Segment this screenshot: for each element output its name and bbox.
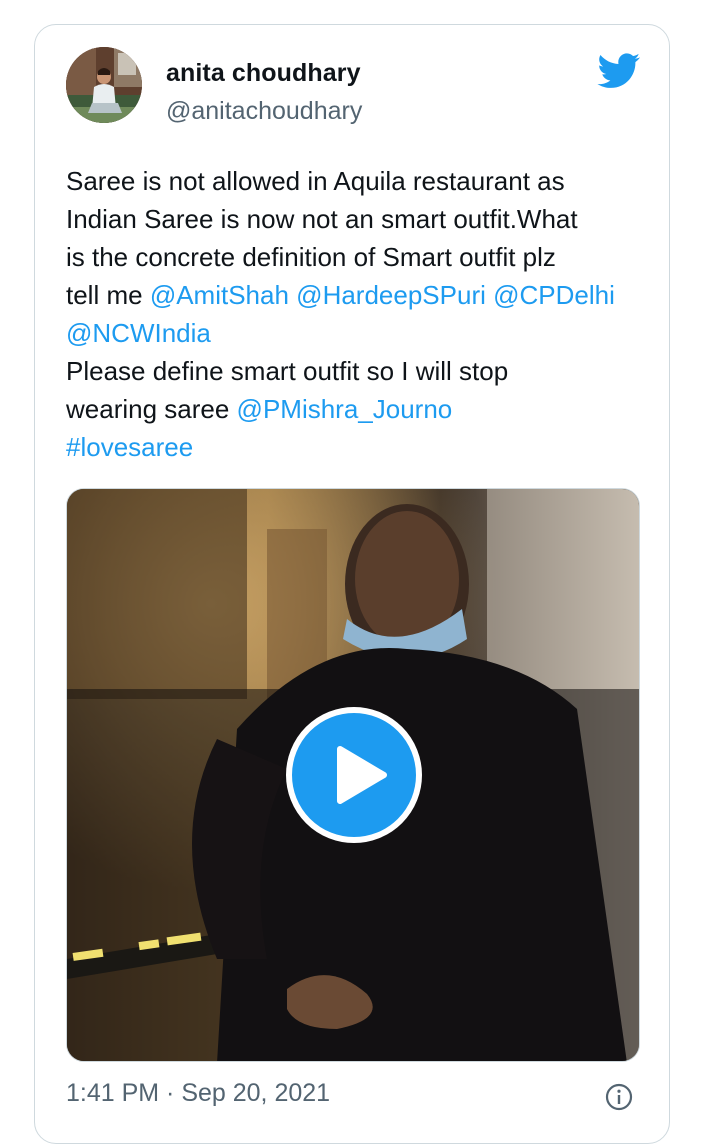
play-icon: [337, 746, 387, 804]
tweet-text-segment: Saree is not allowed in Aquila restauran…: [66, 166, 565, 196]
username-handle[interactable]: @anitachoudhary: [166, 97, 362, 126]
tweet-text-segment: tell me: [66, 280, 150, 310]
mention-link[interactable]: @NCWIndia: [66, 318, 211, 348]
tweet-timestamp[interactable]: 1:41 PM · Sep 20, 2021: [66, 1079, 330, 1108]
tweet-text: Saree is not allowed in Aquila restauran…: [66, 162, 656, 466]
mention-link[interactable]: @AmitShah: [150, 280, 289, 310]
tweet-text-segment: is the concrete definition of Smart outf…: [66, 242, 556, 272]
video-media[interactable]: [66, 488, 640, 1062]
tweet-text-line: is the concrete definition of Smart outf…: [66, 238, 656, 276]
tweet-card: anita choudhary @anitachoudhary Saree is…: [34, 24, 670, 1144]
tweet-text-segment: wearing saree: [66, 394, 237, 424]
display-name[interactable]: anita choudhary: [166, 59, 361, 88]
mention-link[interactable]: @HardeepSPuri: [296, 280, 486, 310]
mention-link[interactable]: @PMishra_Journo: [237, 394, 453, 424]
tweet-text-line: Please define smart outfit so I will sto…: [66, 352, 656, 390]
play-button[interactable]: [286, 707, 422, 843]
info-icon[interactable]: [605, 1083, 633, 1111]
tweet-text-line: wearing saree @PMishra_Journo: [66, 390, 656, 428]
tweet-text-line: #lovesaree: [66, 428, 656, 466]
twitter-bird-icon[interactable]: [597, 53, 641, 89]
avatar[interactable]: [66, 47, 142, 123]
tweet-text-line: Indian Saree is now not an smart outfit.…: [66, 200, 656, 238]
tweet-text-segment: Indian Saree is now not an smart outfit.…: [66, 204, 578, 234]
tweet-text-line: @NCWIndia: [66, 314, 656, 352]
tweet-text-line: Saree is not allowed in Aquila restauran…: [66, 162, 656, 200]
tweet-text-line: tell me @AmitShah @HardeepSPuri @CPDelhi: [66, 276, 656, 314]
hashtag-link[interactable]: #lovesaree: [66, 432, 193, 462]
tweet-text-segment: Please define smart outfit so I will sto…: [66, 356, 509, 386]
mention-link[interactable]: @CPDelhi: [493, 280, 615, 310]
